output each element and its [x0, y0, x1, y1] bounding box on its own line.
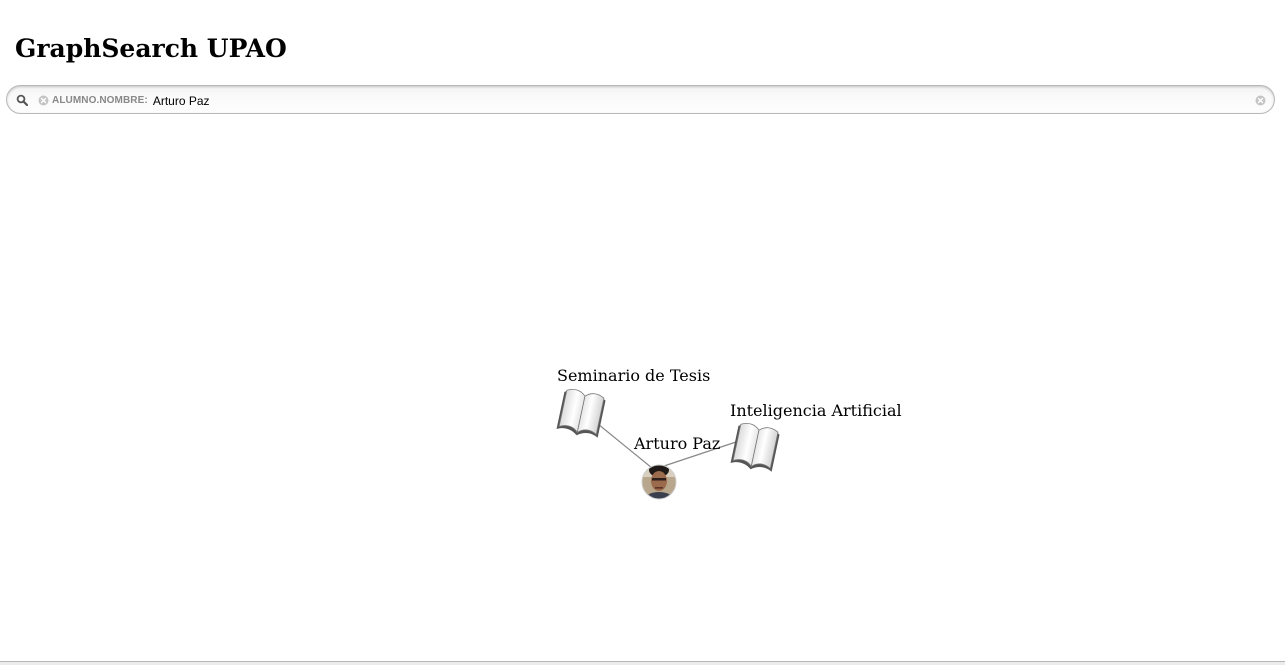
student-photo-avatar	[642, 465, 676, 499]
student-label: Arturo Paz	[633, 434, 720, 453]
page-title: GraphSearch UPAO	[15, 34, 287, 63]
visual-search-bar[interactable]: ALUMNO.NOMBRE: Arturo Paz	[6, 85, 1275, 114]
book-icon	[730, 422, 780, 472]
search-icon[interactable]	[16, 94, 28, 106]
search-facet[interactable]: ALUMNO.NOMBRE: Arturo Paz	[38, 92, 210, 109]
course-node-seminario[interactable]: Seminario de Tesis	[556, 366, 710, 440]
clear-search-icon[interactable]	[1255, 95, 1266, 106]
facet-value-input[interactable]: Arturo Paz	[153, 94, 210, 108]
graph-canvas[interactable]: Seminario de Tesis Inteligencia Artifici…	[0, 120, 1285, 655]
student-node[interactable]: Arturo Paz	[633, 434, 720, 508]
book-icon	[556, 388, 606, 438]
remove-facet-icon[interactable]	[38, 95, 49, 106]
facet-category-label: ALUMNO.NOMBRE:	[52, 95, 148, 106]
course-node-inteligencia[interactable]: Inteligencia Artificial	[730, 401, 902, 474]
course-label-seminario: Seminario de Tesis	[557, 366, 710, 385]
horizontal-scrollbar[interactable]	[0, 661, 1285, 665]
course-label-inteligencia: Inteligencia Artificial	[730, 401, 902, 420]
